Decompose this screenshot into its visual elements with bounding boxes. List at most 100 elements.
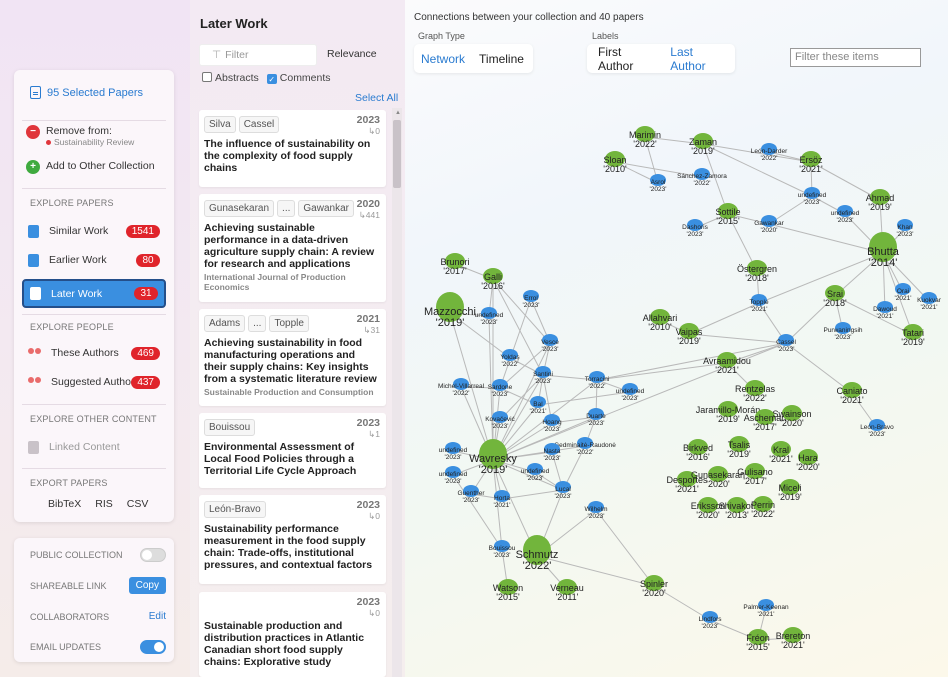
paper-node[interactable]: Errol'2023': [523, 290, 540, 309]
select-all-link[interactable]: Select All: [355, 92, 398, 104]
paper-node[interactable]: Mazzocchi'2019': [424, 292, 476, 329]
paper-node[interactable]: Bhutta'2014': [867, 232, 900, 269]
paper-card[interactable]: 2023 ↳0 Sustainable production and distri…: [199, 592, 386, 677]
edit-collaborators-link[interactable]: Edit: [149, 611, 166, 622]
paper-node[interactable]: Topple'2021': [749, 294, 769, 313]
paper-node[interactable]: Kovačević'2023': [485, 411, 516, 430]
paper-node[interactable]: León-Darder'2022': [751, 143, 788, 162]
author-tag[interactable]: Bouissou: [204, 419, 256, 436]
nav-these-authors[interactable]: These Authors 469: [22, 340, 166, 366]
paper-node[interactable]: Vesce'2023': [541, 334, 559, 353]
paper-node[interactable]: Kuokvar'2021': [917, 292, 942, 311]
paper-list-scrollbar[interactable]: [392, 108, 402, 677]
paper-node[interactable]: Orai'2021': [895, 283, 912, 302]
paper-node[interactable]: Ersöz'2021': [799, 151, 823, 174]
paper-node[interactable]: undefined'2023': [439, 442, 468, 461]
paper-node[interactable]: Allahvari'2010': [643, 309, 678, 332]
selected-papers-button[interactable]: 95 Selected Papers: [30, 86, 143, 99]
paper-node[interactable]: Yoldaş'2022': [500, 349, 520, 368]
author-tag[interactable]: Silva: [204, 116, 236, 133]
author-tag[interactable]: Gawankar: [298, 200, 354, 217]
paper-node[interactable]: Ahmad'2019': [866, 189, 895, 212]
paper-node[interactable]: Miceli'2019': [778, 479, 802, 502]
email-updates-toggle[interactable]: [140, 640, 166, 654]
paper-node[interactable]: Hara'2020': [796, 449, 820, 472]
author-tag[interactable]: Gunasekaran: [204, 200, 275, 217]
paper-node[interactable]: Cassel'2023': [776, 334, 796, 353]
paper-node[interactable]: Kral'2021': [769, 441, 793, 464]
paper-node[interactable]: Dashoris'2023': [682, 219, 709, 238]
paper-node[interactable]: Lucal'2023': [555, 481, 572, 500]
nav-later-work[interactable]: Later Work 31: [22, 279, 166, 308]
paper-node[interactable]: Spinler'2020': [640, 575, 668, 598]
paper-node[interactable]: Gawankar'2020': [754, 215, 785, 234]
paper-node[interactable]: Tsalis'2019': [727, 436, 751, 459]
paper-node[interactable]: Bouissou'2023': [489, 540, 516, 559]
paper-node[interactable]: undefined'2023': [831, 205, 860, 224]
paper-node[interactable]: León-Bravo'2023': [860, 419, 894, 438]
author-tag[interactable]: ...: [248, 315, 267, 332]
author-tag[interactable]: ...: [277, 200, 296, 217]
author-tag[interactable]: Adams: [204, 315, 246, 332]
paper-node[interactable]: Santini'2023': [533, 366, 553, 385]
paper-node[interactable]: Duarte'2023': [586, 408, 606, 427]
paper-node[interactable]: Brereton'2021': [776, 627, 811, 650]
scroll-up-icon[interactable]: ▲: [395, 110, 401, 116]
paper-node[interactable]: Palmer-Keenan'2021': [743, 599, 789, 618]
paper-node[interactable]: Perrin'2022': [751, 496, 775, 519]
export-ris-link[interactable]: RIS: [95, 498, 113, 510]
paper-node[interactable]: Avraamidou'2021': [703, 352, 751, 375]
paper-node[interactable]: Zaman'2019': [689, 133, 717, 156]
paper-node[interactable]: Rentzelas'2022': [735, 380, 776, 403]
paper-node[interactable]: Torracini'2022': [585, 371, 610, 390]
paper-node[interactable]: Gulisano'2017': [737, 463, 773, 486]
scrollbar-thumb[interactable]: [393, 120, 401, 188]
comments-checkbox[interactable]: ✓ Comments: [266, 72, 331, 84]
nav-similar-work[interactable]: Similar Work 1541: [22, 218, 166, 244]
abstracts-checkbox[interactable]: Abstracts: [202, 72, 259, 84]
nav-linked-content[interactable]: Linked Content: [22, 434, 166, 460]
paper-node[interactable]: Watson'2015': [493, 579, 523, 602]
paper-node[interactable]: Vaipas'2019': [676, 323, 703, 346]
label-first-author[interactable]: First Author: [587, 45, 663, 73]
paper-card[interactable]: Adams ... Topple 2021 ↳31 Achieving susta…: [199, 309, 386, 406]
paper-node[interactable]: Shivakoti'2013': [719, 497, 756, 520]
citation-network-graph[interactable]: Marimin'2022' Zaman'2019' León-Darder'2022…: [405, 80, 948, 677]
paper-node[interactable]: Galli'2016': [481, 268, 505, 291]
paper-node[interactable]: Khan'2023': [897, 219, 914, 238]
paper-node[interactable]: Birkved'2016': [683, 439, 713, 462]
paper-node[interactable]: Brunori'2017': [440, 253, 470, 276]
paper-node[interactable]: undefined'2023': [475, 307, 504, 326]
paper-node[interactable]: Lindfors'2023': [698, 611, 722, 630]
paper-node[interactable]: Purwaningsih'2023': [823, 322, 863, 341]
add-other-collection-button[interactable]: + Add to Other Collection: [26, 160, 155, 174]
paper-node[interactable]: Sardone'2023': [488, 379, 513, 398]
paper-card[interactable]: Gunasekaran ... Gawankar 2020 ↳441 Achiev…: [199, 194, 386, 302]
author-tag[interactable]: León-Bravo: [204, 501, 266, 518]
paper-node[interactable]: Fréon'2015': [746, 629, 770, 652]
paper-node[interactable]: Marimin'2022': [629, 126, 661, 149]
nav-suggested-authors[interactable]: Suggested Authors 437: [22, 369, 166, 395]
paper-card[interactable]: León-Bravo 2023 ↳0 Sustainability perform…: [199, 495, 386, 584]
paper-node[interactable]: Sánchez-Zamora'2022': [677, 168, 727, 187]
paper-node[interactable]: Gedminaitė-Raudonė'2022': [554, 437, 616, 456]
paper-node[interactable]: Horta'2021': [494, 490, 511, 509]
paper-card[interactable]: Bouissou 2023 ↳1 Environmental Assessment…: [199, 413, 386, 488]
paper-node[interactable]: Nasta'2023': [544, 443, 561, 462]
paper-node[interactable]: Wilhelm'2023': [584, 501, 608, 520]
export-bibtex-link[interactable]: BibTeX: [48, 498, 81, 510]
sort-dropdown[interactable]: Relevance: [327, 48, 377, 60]
paper-node[interactable]: Sloan'2010': [603, 151, 627, 174]
paper-node[interactable]: Tatari'2019': [901, 324, 925, 347]
paper-node[interactable]: Swainson'2020': [772, 405, 812, 428]
export-csv-link[interactable]: CSV: [127, 498, 149, 510]
graph-type-timeline[interactable]: Timeline: [472, 52, 531, 66]
filter-input[interactable]: ⊤ Filter: [199, 44, 317, 66]
public-collection-toggle[interactable]: [140, 548, 166, 562]
paper-node[interactable]: Wavresky'2019': [469, 439, 517, 476]
graph-filter-input[interactable]: Filter these items: [790, 48, 921, 67]
graph-type-network[interactable]: Network: [414, 52, 472, 66]
paper-node[interactable]: undefined'2023': [798, 187, 827, 206]
copy-button[interactable]: Copy: [128, 577, 166, 594]
paper-node[interactable]: Verneau'2011': [550, 579, 584, 602]
